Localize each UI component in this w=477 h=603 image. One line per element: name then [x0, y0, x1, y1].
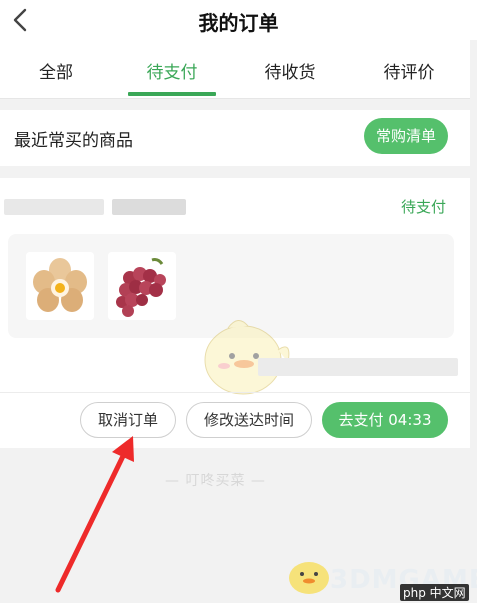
top-bar: 我的订单 [0, 0, 477, 40]
order-items[interactable] [8, 234, 454, 395]
chick-mascot-watermark [188, 310, 298, 400]
tab-pending-review[interactable]: 待评价 [350, 58, 468, 83]
eggs-image [26, 252, 94, 320]
grapes-image [108, 252, 176, 320]
blurred-order-info [4, 199, 104, 215]
modify-delivery-time-button[interactable]: 修改送达时间 [186, 402, 312, 438]
recent-purchases-title: 最近常买的商品 [14, 131, 133, 151]
php-watermark: php 中文网 [400, 584, 469, 601]
order-card: 待支付 取消订单 修改送达时间 去支付 04:33 [0, 178, 470, 448]
tab-pending-payment[interactable]: 待支付 [113, 58, 231, 83]
blurred-order-total [258, 358, 458, 376]
brand-watermark: — 叮咚买菜 — [165, 473, 266, 489]
site-mascot-icon [284, 552, 334, 596]
pay-now-button[interactable]: 去支付 04:33 [322, 402, 448, 438]
recent-purchases-card: 最近常买的商品 常购清单 [0, 110, 470, 166]
active-tab-indicator [128, 92, 216, 96]
divider [0, 392, 470, 393]
tab-pending-delivery[interactable]: 待收货 [231, 58, 349, 83]
tab-all[interactable]: 全部 [0, 58, 115, 83]
order-tabs: 全部 待支付 待收货 待评价 [0, 40, 470, 99]
blurred-order-info [112, 199, 186, 215]
page-title: 我的订单 [198, 11, 279, 35]
order-status: 待支付 [400, 198, 446, 216]
cancel-order-button[interactable]: 取消订单 [80, 402, 176, 438]
frequent-list-button[interactable]: 常购清单 [363, 118, 448, 154]
